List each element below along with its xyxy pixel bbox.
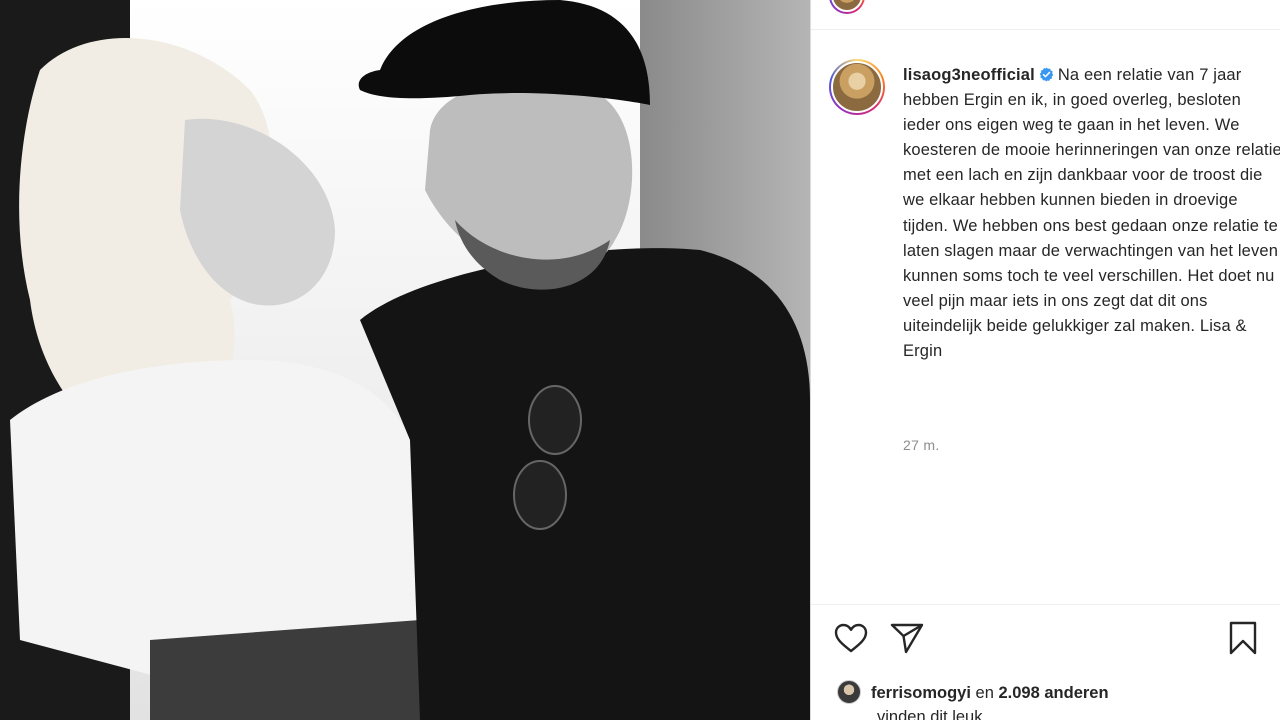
- caption-avatar[interactable]: [829, 59, 885, 115]
- likes-suffix: vinden dit leuk: [877, 708, 983, 720]
- share-button[interactable]: [889, 620, 925, 656]
- bookmark-icon: [1229, 621, 1257, 655]
- caption-body: Na een relatie van 7 jaar hebben Ergin e…: [903, 66, 1280, 361]
- username-link[interactable]: lisaog3neofficial: [903, 66, 1035, 84]
- caption-text: lisaog3neofficial Na een relatie van 7 ja…: [903, 63, 1280, 364]
- liker-avatar[interactable]: [837, 680, 861, 704]
- liker-username[interactable]: ferrisomogyi: [871, 684, 971, 702]
- post-photo[interactable]: [0, 0, 810, 720]
- verified-badge-icon: [1039, 67, 1054, 82]
- likes-connector: en: [975, 684, 994, 702]
- likes-summary: ferrisomogyi en 2.098 anderen vinden dit…: [837, 680, 1277, 720]
- heart-icon: [834, 623, 868, 653]
- likes-line: ferrisomogyi en 2.098 anderen: [837, 680, 1277, 705]
- instagram-post-view: lisaog3neofficial Na een relatie van 7 ja…: [0, 0, 1280, 720]
- post-caption: lisaog3neofficial Na een relatie van 7 ja…: [811, 55, 1280, 475]
- post-side-panel: lisaog3neofficial Na een relatie van 7 ja…: [810, 0, 1280, 720]
- like-button[interactable]: [833, 620, 869, 656]
- actions-divider: [811, 604, 1280, 605]
- couple-photo-image: [0, 0, 810, 720]
- save-button[interactable]: [1225, 620, 1261, 656]
- header-avatar[interactable]: [829, 0, 865, 14]
- post-header: [811, 0, 1280, 30]
- paper-plane-icon: [890, 623, 924, 654]
- post-timestamp[interactable]: 27 m.: [903, 437, 940, 453]
- likes-count-link[interactable]: 2.098 anderen: [999, 684, 1109, 702]
